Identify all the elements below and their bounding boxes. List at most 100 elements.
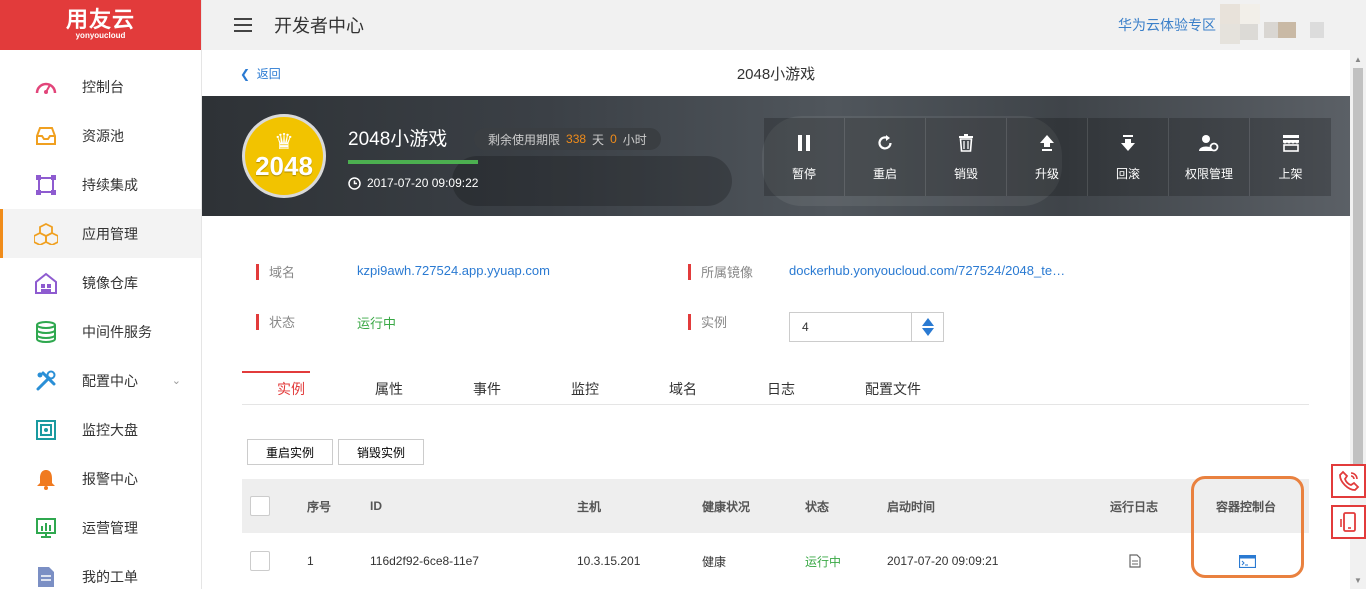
cell-index: 1 xyxy=(307,554,314,568)
sub-header: ❮ 返回 2048小游戏 xyxy=(202,50,1350,96)
sidebar-item-ci[interactable]: 持续集成 xyxy=(0,160,201,209)
col-status: 状态 xyxy=(805,499,830,514)
sidebar-item-middleware[interactable]: 中间件服务 xyxy=(0,307,201,356)
sidebar-item-my-tickets[interactable]: 我的工单 xyxy=(0,552,201,589)
sidebar-item-label: 应用管理 xyxy=(82,225,138,242)
restart-instance-button[interactable]: 重启实例 xyxy=(247,439,334,465)
tab-logs[interactable]: 日志 xyxy=(732,371,830,404)
top-bar: 开发者中心 华为云体验专区 xyxy=(202,0,1366,50)
col-host: 主机 xyxy=(577,499,602,514)
status-label: 状态 xyxy=(269,315,296,330)
tab-instances[interactable]: 实例 xyxy=(242,371,340,404)
permission-button[interactable]: 权限管理 xyxy=(1169,118,1250,196)
brand-logo[interactable]: 用友云 yonyoucloud xyxy=(0,0,201,50)
quota-days: 338 xyxy=(566,132,587,146)
mobile-icon xyxy=(1339,512,1356,532)
quota-hours: 0 xyxy=(610,132,617,146)
sidebar-item-console[interactable]: 控制台 xyxy=(0,62,201,111)
info-status: 状态 xyxy=(256,312,295,331)
permission-label: 权限管理 xyxy=(1184,166,1233,181)
sidebar-item-app-management[interactable]: 应用管理 xyxy=(0,209,201,258)
upload-icon xyxy=(1039,133,1055,153)
trash-icon xyxy=(958,133,974,153)
arrow-down-icon[interactable] xyxy=(921,328,934,336)
stepper-arrows[interactable] xyxy=(911,313,943,341)
cubes-icon xyxy=(34,222,58,246)
scrollbar-thumb[interactable] xyxy=(1353,68,1363,488)
sidebar-item-label: 运营管理 xyxy=(82,519,138,536)
instances-stepper[interactable]: 4 xyxy=(789,312,944,342)
sidebar-item-alarm-center[interactable]: 报警中心 xyxy=(0,454,201,503)
domain-link[interactable]: kzpi9awh.727524.app.yyuap.com xyxy=(357,263,550,278)
publish-button[interactable]: 上架 xyxy=(1250,118,1331,196)
app-name: 2048小游戏 xyxy=(348,129,448,150)
cell-health: 健康 xyxy=(702,554,727,569)
back-link[interactable]: ❮ 返回 xyxy=(240,65,281,82)
sidebar-item-operations[interactable]: 运营管理 xyxy=(0,503,201,552)
quota-label: 剩余使用期限 xyxy=(488,132,561,147)
cell-host: 10.3.15.201 xyxy=(577,554,641,568)
tab-properties[interactable]: 属性 xyxy=(340,371,438,404)
scroll-down-icon[interactable]: ▼ xyxy=(1350,573,1366,587)
zone-link[interactable]: 华为云体验专区 xyxy=(1118,15,1216,35)
cell-id: 116d2f92-6ce8-11e7 xyxy=(370,554,479,568)
log-file-icon[interactable] xyxy=(1129,533,1141,589)
col-start-time: 启动时间 xyxy=(887,499,936,514)
avatar[interactable] xyxy=(1220,4,1330,44)
chevron-down-icon[interactable]: ⌄ xyxy=(172,374,181,387)
cell-status: 运行中 xyxy=(805,554,842,569)
status-value: 运行中 xyxy=(357,316,397,331)
pause-icon xyxy=(797,133,811,153)
instances-value[interactable]: 4 xyxy=(790,313,911,341)
sidebar-item-monitor-board[interactable]: 监控大盘 xyxy=(0,405,201,454)
sidebar-item-label: 监控大盘 xyxy=(82,421,138,438)
image-link[interactable]: dockerhub.yonyoucloud.com/727524/2048_te… xyxy=(789,263,1065,278)
warehouse-icon xyxy=(34,271,58,295)
tab-domain[interactable]: 域名 xyxy=(634,371,732,404)
tab-config-files[interactable]: 配置文件 xyxy=(830,371,956,404)
brand-sub: yonyoucloud xyxy=(75,31,126,40)
dashboard-icon xyxy=(34,75,58,99)
destroy-instance-button[interactable]: 销毁实例 xyxy=(338,439,425,465)
pause-button[interactable]: 暂停 xyxy=(764,118,845,196)
status-bar xyxy=(348,160,478,164)
cell-start-time: 2017-07-20 09:09:21 xyxy=(887,554,999,568)
app-icon: ♛ 2048 xyxy=(242,114,326,198)
sidebar-item-image-repo[interactable]: 镜像仓库 xyxy=(0,258,201,307)
select-all-checkbox[interactable] xyxy=(250,496,270,516)
app-icon-text: 2048 xyxy=(255,151,313,181)
database-icon xyxy=(34,320,58,344)
menu-toggle-icon[interactable] xyxy=(234,18,252,32)
arrow-up-icon[interactable] xyxy=(921,318,934,326)
info-instances: 实例 xyxy=(688,312,727,331)
sidebar-item-label: 资源池 xyxy=(82,127,124,144)
crown-icon: ♛ xyxy=(274,129,294,154)
destroy-button[interactable]: 销毁 xyxy=(926,118,1007,196)
tab-monitoring[interactable]: 监控 xyxy=(536,371,634,404)
document-icon xyxy=(34,565,58,589)
store-icon xyxy=(1282,133,1300,153)
tab-events[interactable]: 事件 xyxy=(438,371,536,404)
quota-hours-unit: 小时 xyxy=(622,132,647,147)
brand-name: 用友云 xyxy=(65,7,135,32)
destroy-label: 销毁 xyxy=(953,166,978,181)
row-checkbox[interactable] xyxy=(250,551,270,571)
integration-icon xyxy=(34,173,58,197)
rollback-button[interactable]: 回滚 xyxy=(1088,118,1169,196)
info-domain: 域名 xyxy=(256,262,295,281)
restart-button[interactable]: 重启 xyxy=(845,118,926,196)
upgrade-button[interactable]: 升级 xyxy=(1007,118,1088,196)
phone-service-button[interactable] xyxy=(1331,464,1366,498)
mobile-service-button[interactable] xyxy=(1331,505,1366,539)
col-index: 序号 xyxy=(307,499,332,514)
sidebar-item-config-center[interactable]: 配置中心 ⌄ xyxy=(0,356,201,405)
sidebar-item-resource-pool[interactable]: 资源池 xyxy=(0,111,201,160)
table-row: 1 116d2f92-6ce8-11e7 10.3.15.201 健康 运行中 … xyxy=(242,533,1309,589)
action-toolbar: 暂停 重启 销毁 升级 回滚 权限管理 上架 xyxy=(764,118,1331,196)
upgrade-label: 升级 xyxy=(1034,166,1059,181)
inbox-icon xyxy=(34,124,58,148)
created-time: 2017-07-20 09:09:22 xyxy=(348,176,478,190)
scroll-up-icon[interactable]: ▲ xyxy=(1350,52,1366,66)
quota-badge: 剩余使用期限 338 天 0 小时 xyxy=(474,128,661,150)
col-health: 健康状况 xyxy=(702,499,751,514)
